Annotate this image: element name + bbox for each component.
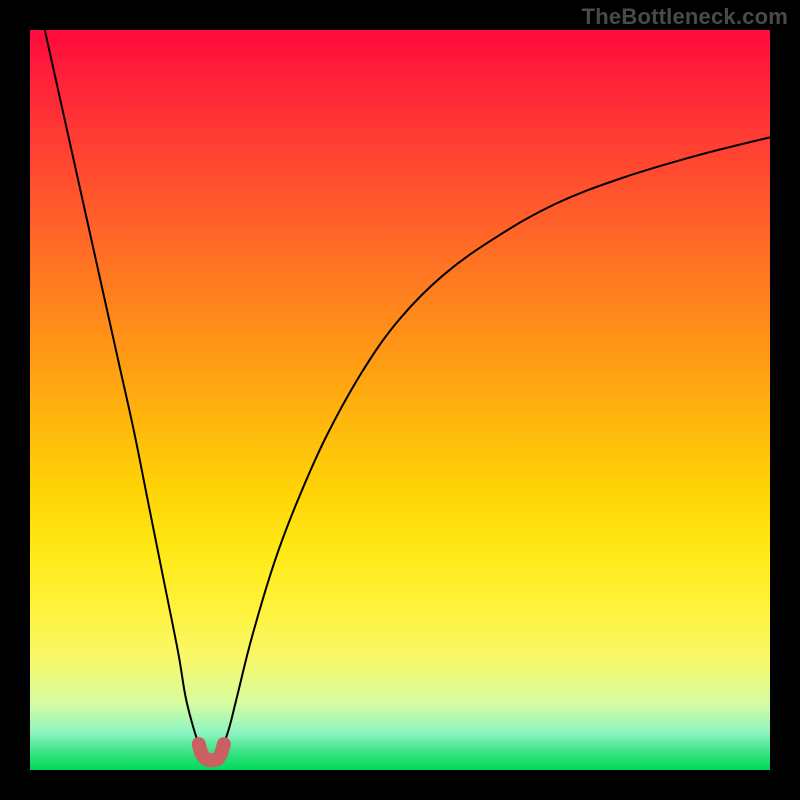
series-right-arm xyxy=(224,137,770,744)
series-trough xyxy=(199,744,224,760)
chart-svg xyxy=(30,30,770,770)
watermark-label: TheBottleneck.com xyxy=(582,4,788,30)
series-left-arm xyxy=(45,30,199,744)
chart-plot-area xyxy=(30,30,770,770)
